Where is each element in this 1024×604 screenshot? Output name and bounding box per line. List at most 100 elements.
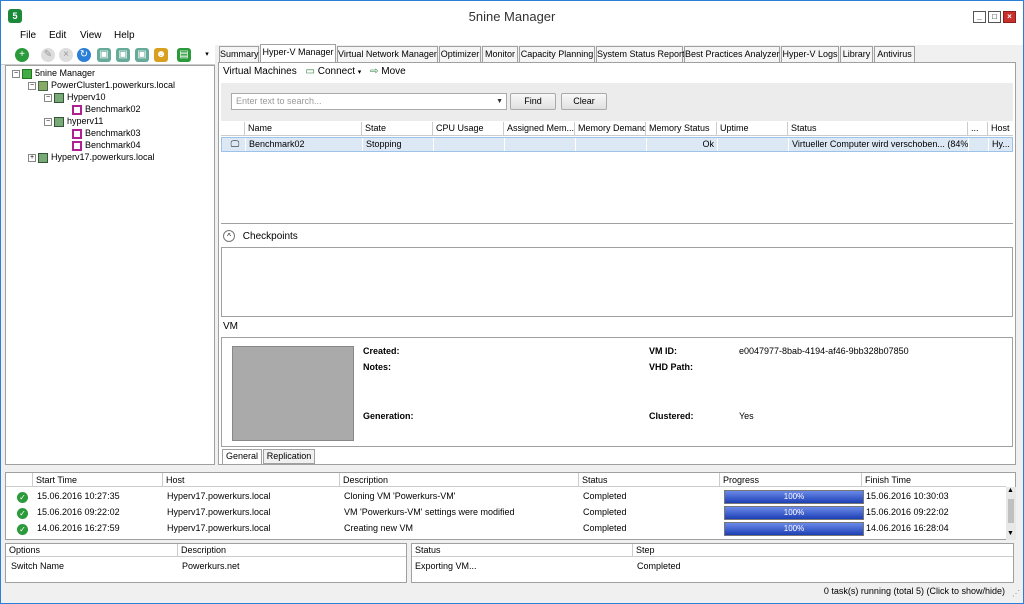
vm-host: Hy...	[992, 139, 1010, 149]
scroll-thumb[interactable]	[1008, 499, 1014, 523]
host-add-icon[interactable]: ▣	[97, 48, 111, 62]
host-icon	[38, 152, 48, 163]
task-host: Hyperv17.powerkurs.local	[167, 491, 271, 501]
remove-icon[interactable]: ×	[59, 48, 73, 62]
column-description[interactable]: Description	[340, 473, 579, 487]
edit-icon[interactable]: ✎	[41, 48, 55, 62]
column-progress[interactable]: Progress	[720, 473, 862, 487]
collapse-icon[interactable]: ^	[223, 230, 235, 242]
tree-item-benchmark02[interactable]: Benchmark02	[72, 104, 141, 116]
clear-button[interactable]: Clear	[561, 93, 607, 110]
tree-item-benchmark03[interactable]: Benchmark03	[72, 128, 141, 140]
column-memory-status[interactable]: Memory Status	[646, 122, 717, 136]
tab-replication[interactable]: Replication	[263, 449, 315, 464]
cluster-icon[interactable]: ▣	[135, 48, 149, 62]
host-icon	[54, 116, 64, 127]
column-host[interactable]: Host	[163, 473, 340, 487]
table-row[interactable]: ✓ 14.06.2016 16:27:59 Hyperv17.powerkurs.l…	[6, 521, 1006, 537]
column-uptime[interactable]: Uptime	[717, 122, 788, 136]
tree-item-manager[interactable]: −5nine Manager	[12, 68, 95, 80]
task-status: Completed	[583, 507, 627, 517]
column-assigned-memory[interactable]: Assigned Mem...	[504, 122, 575, 136]
task-start-time: 15.06.2016 09:22:02	[37, 507, 120, 517]
column-memory-demand[interactable]: Memory Demand	[575, 122, 646, 136]
table-row[interactable]: ✓ 15.06.2016 10:27:35 Hyperv17.powerkurs.l…	[6, 489, 1006, 505]
task-status-text[interactable]: 0 task(s) running (total 5) (Click to sh…	[824, 586, 1005, 596]
menu-view[interactable]: View	[80, 30, 102, 41]
table-row[interactable]: ✓ 15.06.2016 09:22:02 Hyperv17.powerkurs.l…	[6, 505, 1006, 521]
column-state[interactable]: State	[362, 122, 433, 136]
search-dropdown-icon[interactable]: ▼	[496, 94, 503, 109]
tab-hyperv-logs[interactable]: Hyper-V Logs	[781, 46, 839, 62]
minimize-icon[interactable]: _	[973, 11, 986, 23]
vmid-value: e0047977-8bab-4194-af46-9bb328b07850	[739, 346, 909, 356]
vm-toolbar: Virtual Machines ▭ Connect ▾ ⇨ Move	[223, 66, 406, 82]
tree-item-cluster[interactable]: − PowerCluster1.powerkurs.local	[28, 80, 175, 92]
task-description: Creating new VM	[344, 523, 414, 533]
tree-item-benchmark04[interactable]: Benchmark04	[72, 140, 141, 152]
menu-file[interactable]: File	[20, 30, 36, 41]
users-icon[interactable]: ☻	[154, 48, 168, 62]
deploy-icon[interactable]: ▤	[177, 48, 191, 62]
steps-panel: Status Step Exporting VM... Completed	[411, 543, 1014, 583]
column-start-time[interactable]: Start Time	[33, 473, 163, 487]
tab-best-practices-analyzer[interactable]: Best Practices Analyzer	[684, 46, 780, 62]
toolbar-overflow-icon[interactable]: ▾	[202, 48, 212, 62]
column-step-status[interactable]: Status	[412, 544, 633, 557]
scroll-up-icon[interactable]: ▲	[1007, 487, 1014, 494]
tab-summary[interactable]: Summary	[219, 46, 259, 62]
tab-general[interactable]: General	[222, 449, 262, 465]
tab-library[interactable]: Library	[840, 46, 873, 62]
column-status[interactable]: Status	[788, 122, 968, 136]
tree-item-hyperv17[interactable]: + Hyperv17.powerkurs.local	[28, 152, 155, 164]
column-option-description[interactable]: Description	[178, 544, 406, 557]
find-button[interactable]: Find	[510, 93, 556, 110]
column-icon	[221, 122, 245, 136]
column-step[interactable]: Step	[633, 544, 1013, 557]
refresh-icon[interactable]: ↻	[77, 48, 91, 62]
expand-icon[interactable]: +	[28, 153, 36, 162]
tab-virtual-network-manager[interactable]: Virtual Network Manager	[337, 46, 438, 62]
close-icon[interactable]: ×	[1003, 11, 1016, 23]
connect-button[interactable]: Connect	[318, 66, 355, 77]
host-connect-icon[interactable]: ▣	[116, 48, 130, 62]
maximize-icon[interactable]: □	[988, 11, 1001, 23]
tab-system-status-report[interactable]: System Status Report	[596, 46, 685, 62]
column-cpu-usage[interactable]: CPU Usage	[433, 122, 504, 136]
tab-hyperv-manager[interactable]: Hyper-V Manager	[260, 44, 336, 63]
tab-capacity-planning[interactable]: Capacity Planning	[519, 46, 595, 62]
tree-item-hyperv10[interactable]: − Hyperv10	[44, 92, 106, 104]
tab-antivirus[interactable]: Antivirus	[874, 46, 915, 62]
collapse-icon[interactable]: −	[28, 81, 36, 90]
connect-dropdown-icon[interactable]: ▾	[358, 69, 362, 76]
column-options[interactable]: Options	[6, 544, 178, 557]
collapse-icon[interactable]: −	[44, 117, 52, 126]
column-host[interactable]: Host	[988, 122, 1013, 136]
add-icon[interactable]: +	[15, 48, 29, 62]
menu-help[interactable]: Help	[114, 30, 135, 41]
progress-text: 100%	[783, 524, 805, 533]
column-name[interactable]: Name	[245, 122, 362, 136]
tab-optimizer[interactable]: Optimizer	[439, 46, 481, 62]
resize-grip-icon[interactable]: ⋰	[1012, 589, 1020, 598]
move-button[interactable]: Move	[381, 66, 405, 77]
vm-memory-status: Ok	[647, 138, 718, 151]
created-label: Created:	[363, 346, 400, 356]
task-description: Cloning VM 'Powerkurs-VM'	[344, 491, 456, 501]
checkpoints-header[interactable]: ^ Checkpoints	[221, 230, 1013, 244]
tab-monitor[interactable]: Monitor	[482, 46, 518, 62]
column-more[interactable]: ...	[968, 122, 988, 136]
scroll-down-icon[interactable]: ▼	[1007, 530, 1014, 537]
column-task-status[interactable]: Status	[579, 473, 720, 487]
tasks-scrollbar[interactable]: ▲ ▼	[1006, 487, 1016, 540]
vm-more	[969, 138, 989, 151]
table-row[interactable]: 🖵 Benchmark02 Stopping Ok Virtueller Com…	[221, 137, 1013, 152]
column-finish-time[interactable]: Finish Time	[862, 473, 1004, 487]
menu-edit[interactable]: Edit	[49, 30, 66, 41]
options-header: Options Description	[6, 544, 406, 557]
search-input[interactable]: Enter text to search... ▼	[231, 93, 507, 110]
collapse-icon[interactable]: −	[12, 69, 20, 78]
collapse-icon[interactable]: −	[44, 93, 52, 102]
clustered-label: Clustered:	[649, 411, 694, 421]
tree-item-hyperv11[interactable]: − hyperv11	[44, 116, 103, 128]
